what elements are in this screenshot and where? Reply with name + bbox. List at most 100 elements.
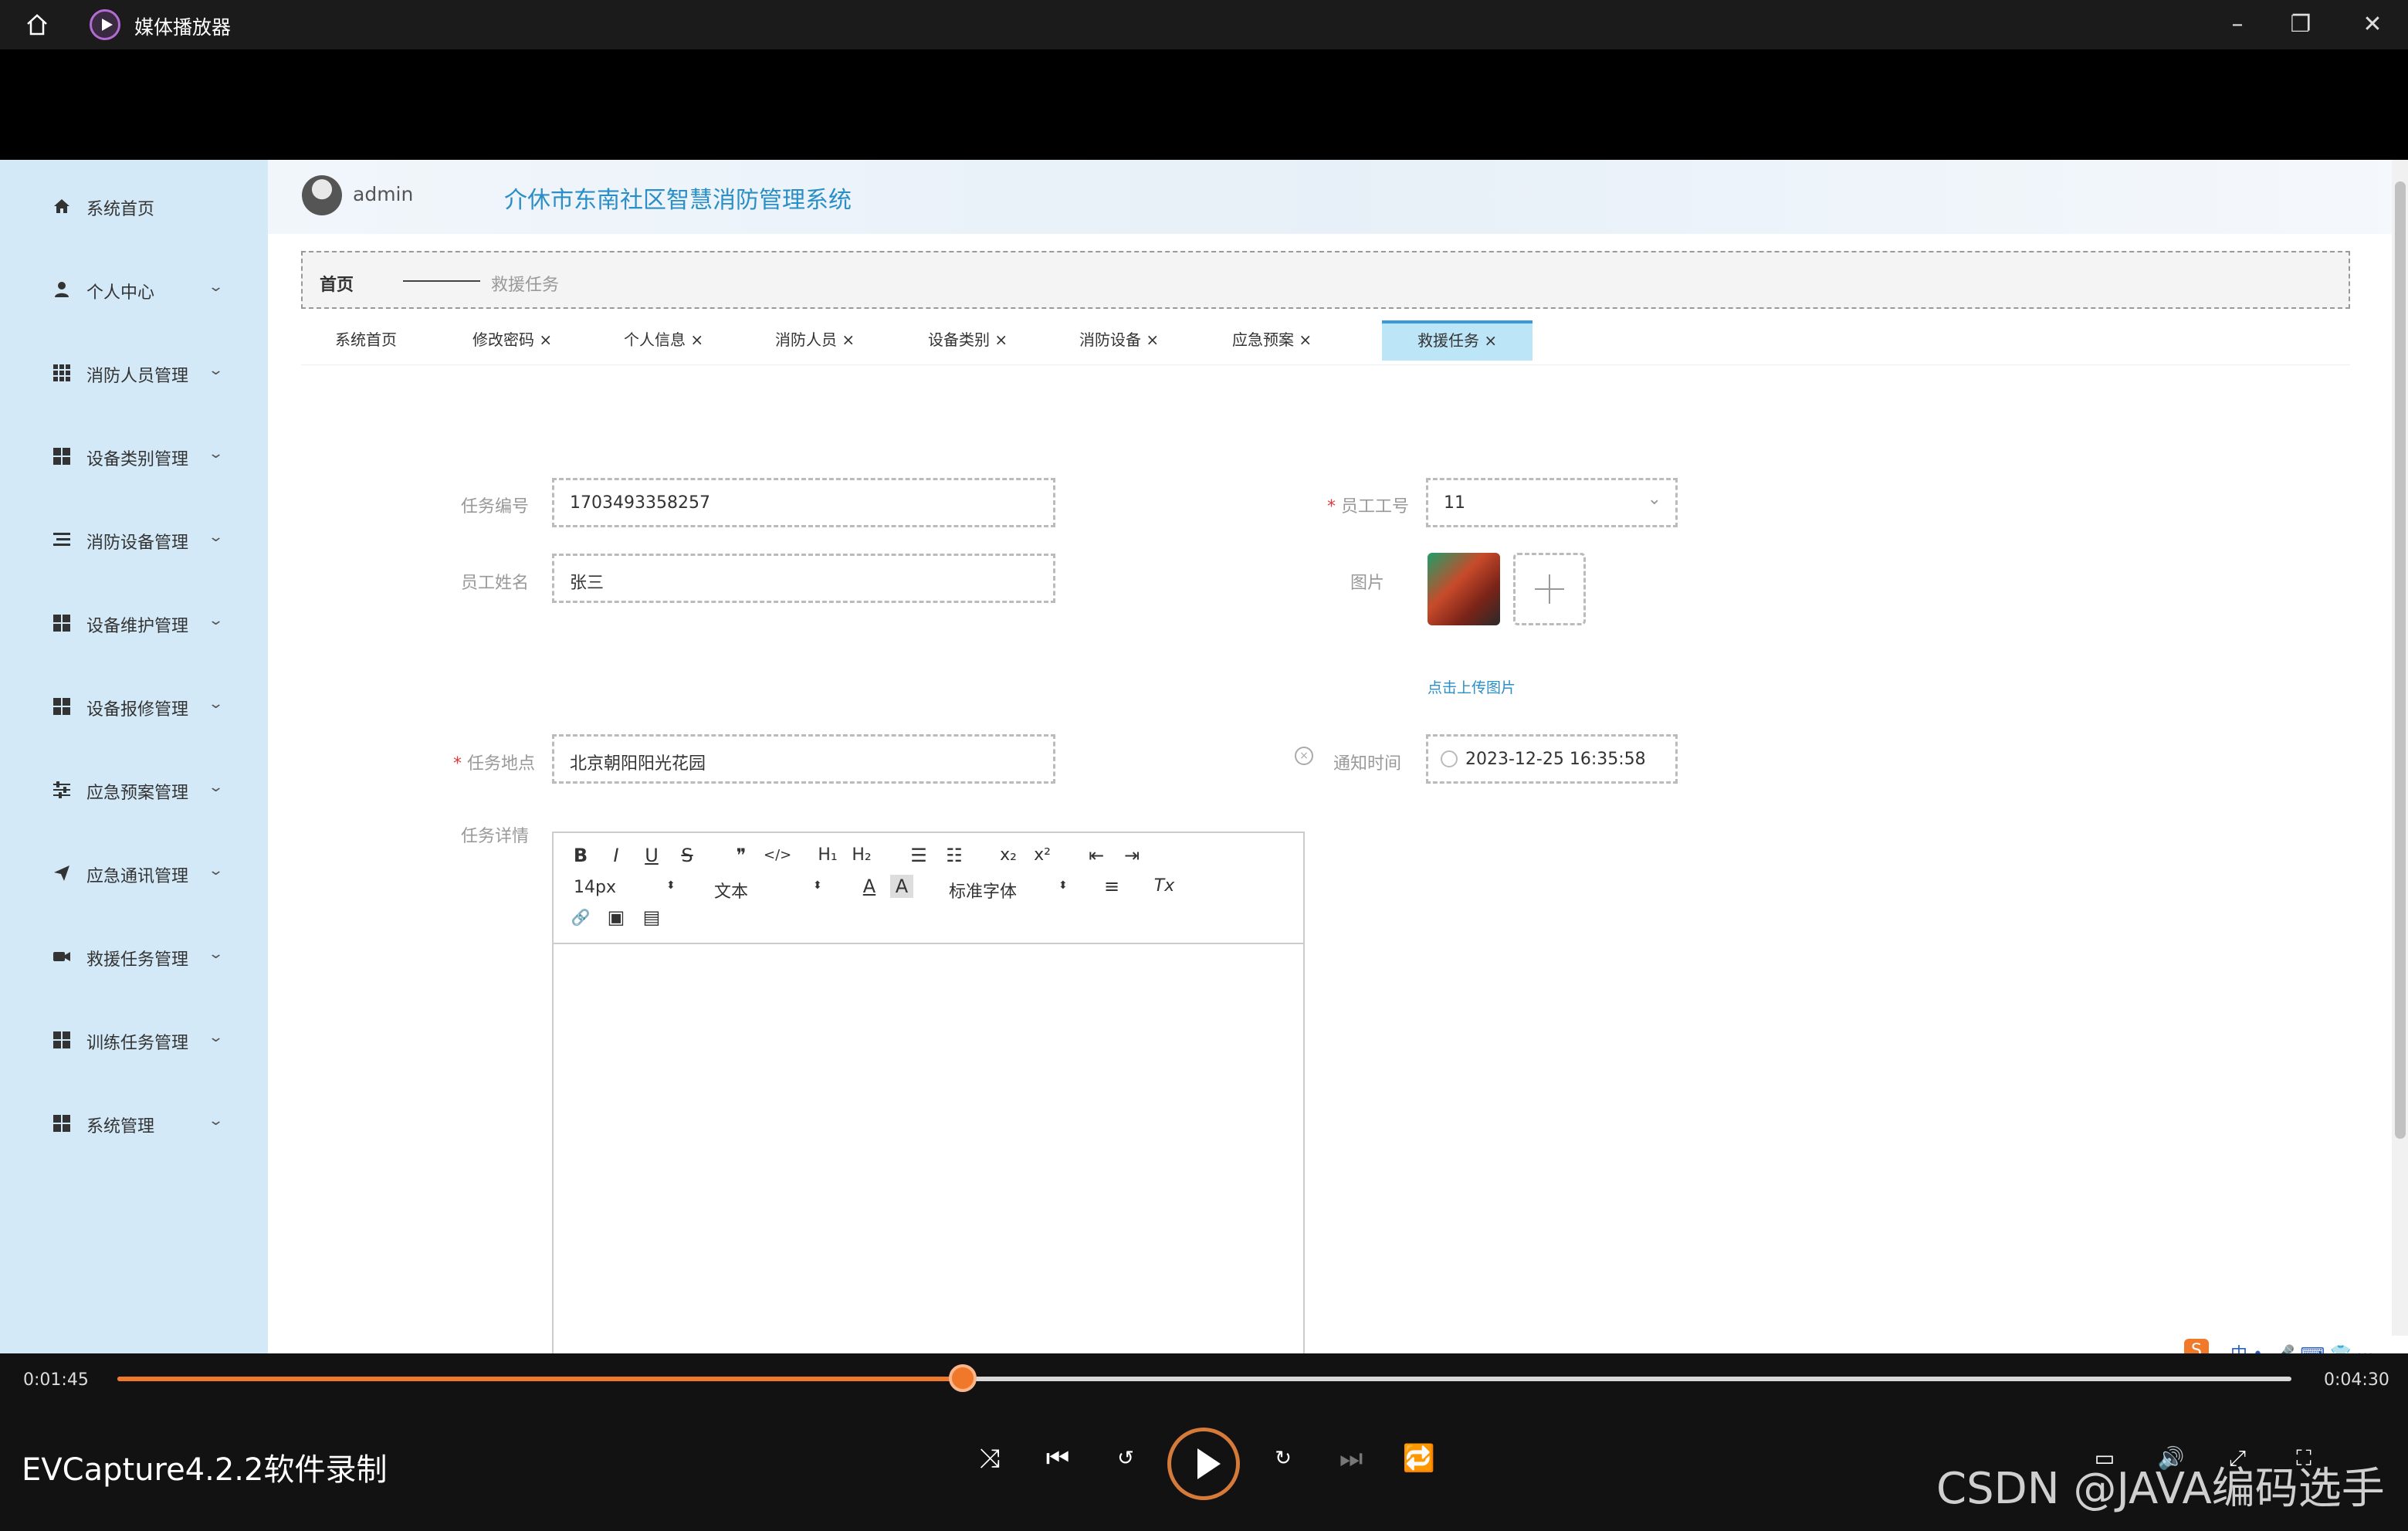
font-family-select[interactable]: 标准字体 ⬍	[949, 878, 1072, 903]
font-color-button[interactable]: A	[858, 875, 881, 898]
h2-button[interactable]: H₂	[850, 844, 873, 867]
rewind-10-icon[interactable]: ↺	[1106, 1438, 1146, 1478]
image-label: 图片	[1350, 574, 1385, 593]
next-icon[interactable]: ⏭	[1331, 1438, 1371, 1478]
image-upload-button[interactable]	[1513, 553, 1586, 625]
background-color-button[interactable]: A	[890, 875, 913, 898]
uploaded-image-thumbnail[interactable]	[1428, 553, 1500, 625]
sidebar-item-emergency-plan-mgmt[interactable]: 应急预案管理 ⌄	[0, 767, 268, 813]
system-title: 介休市东南社区智慧消防管理系统	[504, 187, 852, 214]
list-icon	[53, 533, 70, 546]
upload-hint[interactable]: 点击上传图片	[1428, 676, 1516, 697]
repeat-icon[interactable]: 🔁	[1399, 1438, 1439, 1478]
sidebar-item-label: 设备类别管理	[86, 450, 189, 469]
tab-home[interactable]: 系统首页	[335, 320, 397, 361]
sidebar-item-emergency-comm-mgmt[interactable]: 应急通讯管理 ⌄	[0, 850, 268, 896]
sidebar-item-device-category-mgmt[interactable]: 设备类别管理 ⌄	[0, 433, 268, 479]
subscript-button[interactable]: x₂	[997, 844, 1020, 867]
italic-button[interactable]: I	[605, 844, 628, 867]
blockquote-button[interactable]: ❞	[730, 844, 753, 867]
chevron-down-icon: ⌄	[207, 862, 225, 879]
sidebar: 系统首页 个人中心 ⌄ 消防人员管理 ⌄ 设备类别管理 ⌄ 消防设备管理 ⌄ 设…	[0, 160, 268, 1353]
minimize-button[interactable]: –	[2223, 11, 2251, 39]
breadcrumb-current: 救援任务	[491, 276, 560, 295]
video-letterbox	[0, 49, 2408, 160]
strikethrough-button[interactable]: S	[676, 844, 699, 867]
code-button[interactable]: </>	[764, 844, 791, 867]
previous-icon[interactable]: ⏮	[1038, 1438, 1078, 1478]
clear-format-button[interactable]: Tx	[1153, 875, 1176, 898]
sidebar-item-training-task-mgmt[interactable]: 训练任务管理 ⌄	[0, 1017, 268, 1063]
window-titlebar: 媒体播放器 – ❐ ✕	[0, 0, 2408, 49]
chevron-down-icon: ⌄	[207, 946, 225, 962]
notify-time-picker[interactable]: 2023-12-25 16:35:58	[1426, 734, 1678, 784]
avatar[interactable]	[302, 175, 342, 215]
page-scrollbar-thumb[interactable]	[2395, 181, 2406, 1139]
superscript-button[interactable]: x²	[1031, 844, 1054, 867]
chevron-down-icon: ⌄	[207, 279, 225, 295]
sliders-icon	[53, 781, 70, 798]
grid-icon	[53, 1031, 70, 1048]
image-button[interactable]: ▣	[605, 906, 628, 929]
chevron-down-icon: ⌄	[207, 696, 225, 712]
grid-icon	[53, 615, 70, 632]
h1-button[interactable]: H₁	[816, 844, 839, 867]
underline-button[interactable]: U	[640, 844, 663, 867]
task-no-field[interactable]: 1703493358257	[552, 478, 1055, 527]
clear-circle-icon[interactable]: ×	[1295, 747, 1313, 765]
bullet-list-button[interactable]: ☷	[943, 844, 966, 867]
tab-emergency-plan[interactable]: 应急预案 ×	[1232, 320, 1312, 361]
sidebar-item-label: 消防设备管理	[86, 533, 189, 553]
close-button[interactable]: ✕	[2359, 11, 2386, 39]
align-button[interactable]: ≡	[1100, 875, 1123, 898]
detail-label: 任务详情	[461, 827, 530, 846]
outdent-button[interactable]: ⇤	[1085, 844, 1108, 867]
link-button[interactable]: 🔗	[569, 906, 592, 929]
breadcrumb: 首页 救援任务	[301, 251, 2350, 309]
restore-button[interactable]: ❐	[2287, 11, 2315, 39]
sidebar-item-home[interactable]: 系统首页	[0, 183, 268, 229]
home-icon[interactable]	[23, 11, 51, 39]
sidebar-item-device-maintenance-mgmt[interactable]: 设备维护管理 ⌄	[0, 600, 268, 646]
sidebar-item-personal-center[interactable]: 个人中心 ⌄	[0, 266, 268, 313]
sidebar-item-system-mgmt[interactable]: 系统管理 ⌄	[0, 1100, 268, 1147]
tab-personal-info[interactable]: 个人信息 ×	[624, 320, 703, 361]
breadcrumb-home[interactable]: 首页	[320, 271, 354, 296]
app-header: admin 介休市东南社区智慧消防管理系统	[268, 160, 2408, 234]
grid-icon	[53, 364, 70, 381]
sidebar-item-firefighter-mgmt[interactable]: 消防人员管理 ⌄	[0, 350, 268, 396]
tab-rescue-task[interactable]: 救援任务 ×	[1382, 320, 1533, 361]
tab-firefighters[interactable]: 消防人员 ×	[775, 320, 855, 361]
emp-no-label: * 员工工号	[1327, 497, 1410, 517]
sidebar-item-rescue-task-mgmt[interactable]: 救援任务管理 ⌄	[0, 933, 268, 980]
forward-30-icon[interactable]: ↻	[1263, 1438, 1303, 1478]
camera-icon	[53, 952, 70, 961]
video-button[interactable]: ▤	[640, 906, 663, 929]
tab-device-category[interactable]: 设备类别 ×	[928, 320, 1008, 361]
emp-no-select[interactable]: 11 ⌄	[1426, 478, 1678, 527]
sidebar-item-label: 应急预案管理	[86, 784, 189, 803]
indent-button[interactable]: ⇥	[1120, 844, 1143, 867]
bold-button[interactable]: B	[569, 844, 592, 867]
notify-time-label: 通知时间	[1333, 754, 1402, 774]
emp-name-field[interactable]: 张三	[552, 554, 1055, 603]
tab-fire-devices[interactable]: 消防设备 ×	[1079, 320, 1159, 361]
user-icon	[55, 282, 69, 297]
grid-icon	[53, 1115, 70, 1132]
play-button[interactable]	[1167, 1428, 1240, 1500]
editor-content-area[interactable]	[554, 946, 1303, 1353]
sidebar-item-device-repair-mgmt[interactable]: 设备报修管理 ⌄	[0, 683, 268, 730]
ordered-list-button[interactable]: ☰	[907, 844, 930, 867]
sidebar-item-label: 个人中心	[86, 283, 155, 303]
chevron-down-icon: ⌄	[1647, 489, 1661, 509]
shuffle-icon[interactable]: ⤨	[970, 1438, 1010, 1478]
tab-change-password[interactable]: 修改密码 ×	[472, 320, 552, 361]
sidebar-item-fire-device-mgmt[interactable]: 消防设备管理 ⌄	[0, 517, 268, 563]
location-field[interactable]: 北京朝阳阳光花园	[552, 734, 1055, 784]
sidebar-item-label: 训练任务管理	[86, 1034, 189, 1053]
block-type-select[interactable]: 文本 ⬍	[714, 878, 830, 903]
font-size-select[interactable]: 14px ⬍	[574, 878, 682, 897]
sidebar-item-label: 救援任务管理	[86, 950, 189, 970]
home-icon	[54, 199, 69, 213]
seek-bar-handle[interactable]	[949, 1364, 977, 1392]
